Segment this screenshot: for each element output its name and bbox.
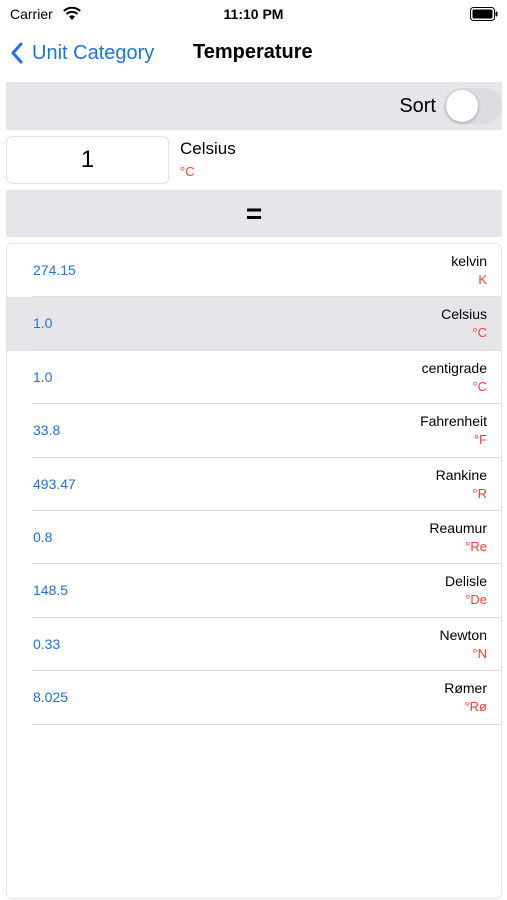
result-unit-name: Rankine (435, 466, 487, 483)
source-unit-name[interactable]: Celsius (180, 139, 236, 159)
result-row[interactable]: 0.33 Newton °N (7, 618, 501, 672)
result-value: 8.025 (33, 689, 69, 706)
result-unit-symbol: °De (465, 592, 487, 608)
sort-toggle-knob (446, 90, 478, 122)
result-row[interactable]: 274.15 kelvin K (7, 244, 501, 298)
result-value: 0.8 (33, 528, 53, 545)
result-value: 274.15 (33, 262, 76, 278)
result-unit-name: Newton (439, 626, 487, 643)
status-bar: Carrier 11:10 PM (0, 0, 507, 28)
result-row[interactable]: 1.0 Celsius °C (7, 297, 501, 351)
result-unit-name: Fahrenheit (420, 413, 487, 430)
sort-bar: Sort (6, 82, 502, 130)
result-row[interactable]: 1.0 centigrade °C (7, 351, 501, 405)
status-time: 11:10 PM (223, 6, 284, 22)
result-unit-symbol: °C (472, 325, 487, 341)
equals-divider: = (6, 190, 502, 237)
result-unit-symbol: K (478, 272, 487, 287)
result-unit-symbol: °C (472, 378, 487, 394)
result-value: 493.47 (33, 475, 76, 492)
back-label: Unit Category (32, 41, 155, 64)
results-list[interactable]: 274.15 kelvin K 1.0 Celsius °C 1.0 centi… (6, 243, 502, 899)
result-unit-name: Delisle (444, 573, 487, 590)
nav-bar: Unit Category Temperature (0, 30, 507, 76)
sort-toggle[interactable] (444, 88, 502, 124)
result-value: 33.8 (33, 422, 61, 439)
result-row[interactable]: 8.025 Rømer °Rø (7, 671, 501, 725)
sort-label: Sort (399, 95, 436, 117)
result-unit-symbol: °Re (465, 538, 487, 554)
result-unit-symbol: °Rø (464, 699, 487, 715)
result-unit-name: centigrade (421, 359, 487, 376)
battery-icon (470, 7, 498, 21)
result-value: 0.33 (33, 635, 61, 652)
result-unit-name: Celsius (441, 306, 487, 323)
result-unit-name: Rømer (444, 680, 487, 697)
result-unit-symbol: °R (472, 485, 487, 501)
result-unit-symbol: °F (473, 432, 487, 448)
result-row[interactable]: 0.8 Reaumur °Re (7, 511, 501, 565)
back-button[interactable]: Unit Category (10, 38, 154, 68)
result-unit-name: kelvin (451, 253, 487, 269)
result-unit-symbol: °N (472, 645, 487, 661)
page-title: Temperature (193, 41, 313, 63)
result-value: 1.0 (33, 315, 53, 332)
result-unit-name: Reaumur (429, 519, 487, 536)
result-row[interactable]: 493.47 Rankine °R (7, 458, 501, 511)
value-input[interactable] (6, 136, 169, 184)
result-value: 148.5 (33, 582, 69, 599)
result-row[interactable]: 33.8 Fahrenheit °F (7, 404, 501, 458)
result-value: 1.0 (33, 368, 53, 385)
row-separator (32, 723, 501, 725)
result-row[interactable]: 148.5 Delisle °De (7, 564, 501, 618)
chevron-left-icon (11, 42, 23, 64)
source-unit-symbol: °C (180, 164, 195, 179)
